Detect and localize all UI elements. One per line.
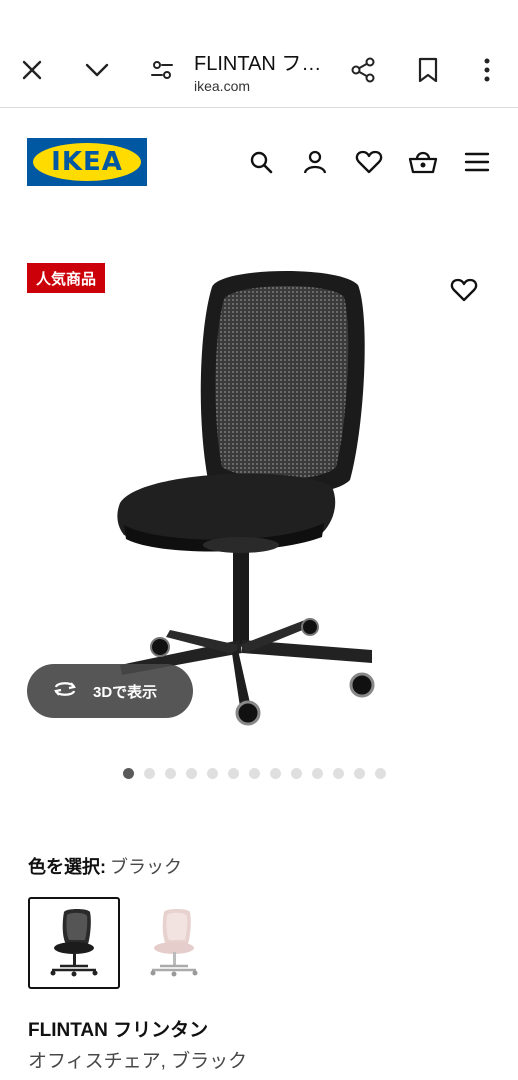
- gallery-dot[interactable]: [249, 768, 260, 779]
- browser-toolbar: FLINTAN フ… ikea.com: [0, 0, 518, 108]
- search-icon[interactable]: [244, 145, 278, 179]
- heart-icon[interactable]: [352, 145, 386, 179]
- page-host[interactable]: ikea.com: [194, 78, 250, 94]
- product-name[interactable]: FLINTAN フリンタン: [28, 1015, 208, 1042]
- logo-text: IKEA: [51, 147, 123, 177]
- favorite-heart-icon[interactable]: [446, 272, 482, 308]
- popular-badge: 人気商品: [27, 263, 106, 293]
- ikea-logo[interactable]: IKEA: [27, 138, 147, 186]
- menu-icon[interactable]: [460, 145, 494, 179]
- gallery-pagination[interactable]: [123, 768, 386, 779]
- gallery-dot[interactable]: [312, 768, 323, 779]
- variant-thumb-black[interactable]: [28, 897, 120, 989]
- product-description: オフィスチェア, ブラック: [28, 1051, 248, 1072]
- variant-thumb-pink[interactable]: [128, 897, 220, 989]
- view-3d-label: 3Dで表示: [93, 683, 158, 701]
- product-image-chair[interactable]: [100, 255, 400, 735]
- gallery-dot[interactable]: [165, 768, 176, 779]
- site-settings-icon[interactable]: [144, 52, 180, 88]
- gallery-dot[interactable]: [333, 768, 344, 779]
- color-value: ブラック: [110, 857, 182, 877]
- share-icon[interactable]: [345, 52, 381, 88]
- gallery-dot[interactable]: [228, 768, 239, 779]
- color-label: 色を選択:: [28, 857, 106, 877]
- bookmark-icon[interactable]: [410, 52, 446, 88]
- gallery-dot[interactable]: [123, 768, 134, 779]
- page-title[interactable]: FLINTAN フ…: [194, 47, 321, 76]
- gallery-dot[interactable]: [291, 768, 302, 779]
- gallery-dot[interactable]: [186, 768, 197, 779]
- gallery-dot[interactable]: [144, 768, 155, 779]
- gallery-dot[interactable]: [375, 768, 386, 779]
- color-selector-label: 色を選択: ブラック: [28, 853, 182, 879]
- gallery-dot[interactable]: [354, 768, 365, 779]
- gallery-dot[interactable]: [270, 768, 281, 779]
- chevron-down-icon[interactable]: [79, 52, 115, 88]
- rotate-3d-icon: [51, 678, 79, 705]
- close-icon[interactable]: [14, 52, 50, 88]
- view-3d-button[interactable]: 3Dで表示: [27, 664, 193, 718]
- more-vert-icon[interactable]: [469, 52, 505, 88]
- account-icon[interactable]: [298, 145, 332, 179]
- gallery-dot[interactable]: [207, 768, 218, 779]
- basket-icon[interactable]: [406, 145, 440, 179]
